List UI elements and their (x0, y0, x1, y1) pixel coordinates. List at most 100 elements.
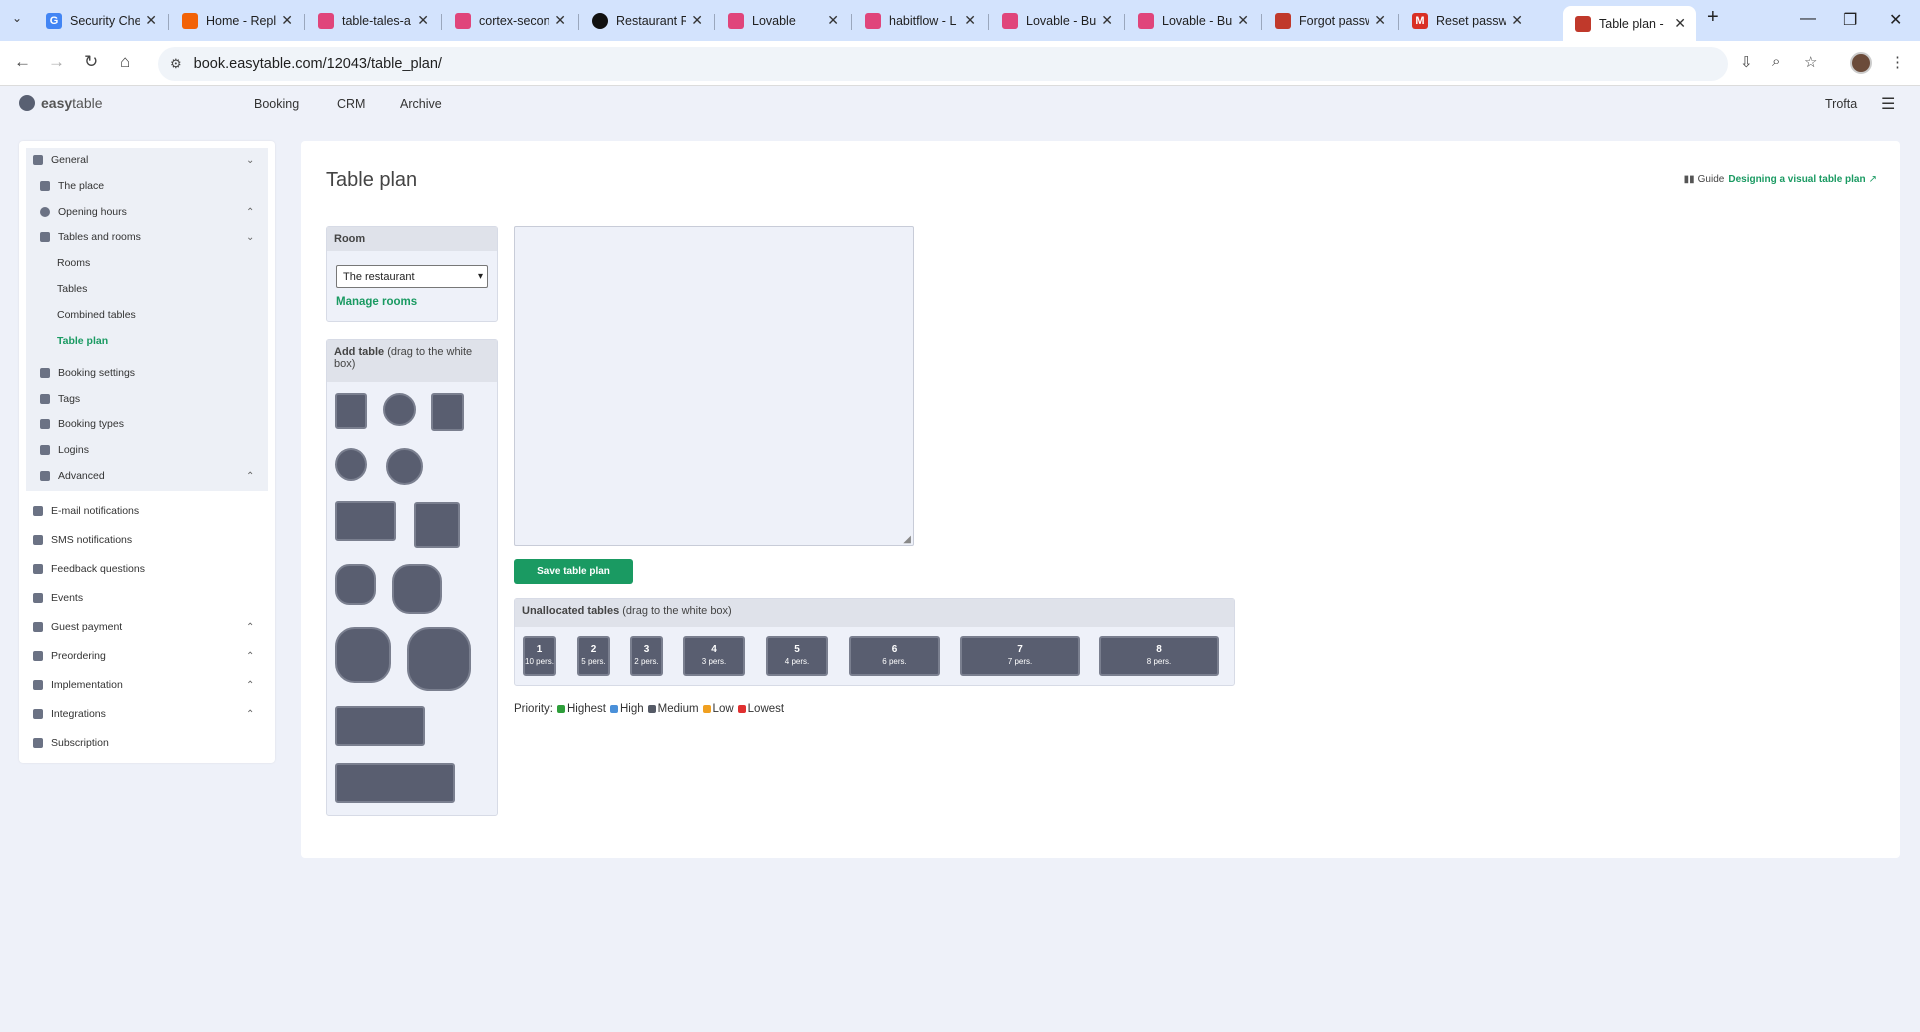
table-shape-round[interactable] (383, 393, 416, 426)
install-app-icon[interactable]: ⇩ (1740, 53, 1753, 71)
resize-handle-icon[interactable]: ◢ (903, 534, 911, 545)
manage-rooms-link[interactable]: Manage rooms (336, 296, 417, 308)
sidebar-item-email-notifications[interactable]: E-mail notifications (33, 505, 139, 517)
zoom-icon[interactable]: ⌕ (1772, 53, 1780, 70)
reload-icon[interactable]: ↻ (84, 52, 98, 72)
plug-icon (33, 709, 43, 719)
table-shape-round-small[interactable] (335, 448, 367, 481)
sidebar-item-sms-notifications[interactable]: SMS notifications (33, 534, 132, 546)
browser-tab[interactable]: cortex-secon ✕ (443, 6, 576, 35)
nav-booking[interactable]: Booking (254, 97, 299, 111)
sidebar-item-tables[interactable]: Tables (57, 283, 87, 295)
save-table-plan-button[interactable]: Save table plan (514, 559, 633, 584)
nav-crm[interactable]: CRM (337, 97, 365, 111)
unallocated-table[interactable]: 66 pers. (849, 636, 940, 676)
close-icon[interactable]: ✕ (1674, 15, 1686, 32)
close-icon[interactable]: ✕ (1374, 12, 1386, 29)
browser-tab[interactable]: habitflow - L ✕ (853, 6, 986, 35)
browser-tab[interactable]: M Reset passwo ✕ (1400, 6, 1533, 35)
close-icon[interactable]: ✕ (281, 12, 293, 29)
address-bar[interactable]: ⚙ book.easytable.com/12043/table_plan/ (158, 47, 1728, 81)
restore-icon[interactable]: ❐ (1843, 10, 1857, 30)
browser-tab[interactable]: Lovable - Bu ✕ (990, 6, 1123, 35)
tab-search-chevron-icon[interactable]: ⌄ (12, 11, 22, 25)
close-icon[interactable]: ✕ (1511, 12, 1523, 29)
sidebar-item-tables-and-rooms[interactable]: Tables and rooms ⌄ (40, 231, 254, 243)
user-name[interactable]: Trofta (1825, 97, 1857, 111)
table-shape-square-chairs[interactable] (431, 393, 464, 431)
close-icon[interactable]: ✕ (691, 12, 703, 29)
site-info-icon[interactable]: ⚙ (170, 56, 182, 72)
sidebar-item-combined-tables[interactable]: Combined tables (57, 309, 136, 321)
nav-archive[interactable]: Archive (400, 97, 442, 111)
replit-icon (182, 12, 198, 29)
bookmark-star-icon[interactable]: ☆ (1804, 53, 1817, 71)
table-shape-octagon[interactable] (335, 564, 376, 605)
table-shape-octagon-medium[interactable] (392, 564, 442, 614)
room-select[interactable]: The restaurant ▾ (336, 265, 488, 288)
close-icon[interactable]: ✕ (1237, 12, 1249, 29)
sidebar-item-integrations[interactable]: Integrations ⌃ (33, 708, 254, 720)
table-shape-rect[interactable] (335, 501, 396, 541)
sidebar-item-opening-hours[interactable]: Opening hours ⌃ (40, 206, 254, 218)
close-icon[interactable]: ✕ (1101, 12, 1113, 29)
profile-avatar[interactable] (1850, 52, 1872, 74)
unallocated-table[interactable]: 77 pers. (960, 636, 1080, 676)
close-icon[interactable]: ✕ (417, 12, 429, 29)
sidebar-item-the-place[interactable]: The place (40, 180, 104, 192)
table-shape-long[interactable] (335, 706, 425, 746)
users-icon (40, 445, 50, 455)
sidebar-item-booking-settings[interactable]: Booking settings (40, 367, 135, 379)
table-shape-round-medium[interactable] (386, 448, 423, 485)
sidebar-item-events[interactable]: Events (33, 592, 83, 604)
unallocated-table[interactable]: 32 pers. (630, 636, 663, 676)
guide-link[interactable]: Designing a visual table plan (1728, 174, 1865, 185)
sidebar-item-table-plan[interactable]: Table plan (57, 335, 108, 347)
table-shape-square-large[interactable] (414, 502, 460, 548)
sidebar-item-tags[interactable]: Tags (40, 393, 80, 405)
new-tab-button[interactable]: + (1707, 6, 1719, 29)
browser-tab[interactable]: table-tales-a ✕ (306, 6, 439, 35)
hamburger-menu-icon[interactable]: ☰ (1881, 94, 1895, 114)
browser-tab[interactable]: Lovable ✕ (716, 6, 849, 35)
sidebar-item-preordering[interactable]: Preordering ⌃ (33, 650, 254, 662)
subscription-icon (33, 738, 43, 748)
unallocated-table[interactable]: 43 pers. (683, 636, 745, 676)
sidebar-item-booking-types[interactable]: Booking types (40, 418, 124, 430)
easytable-logo[interactable]: easy table (19, 95, 103, 111)
sidebar-item-feedback-questions[interactable]: Feedback questions (33, 563, 145, 575)
browser-tab[interactable]: Forgot passw ✕ (1263, 6, 1396, 35)
table-plan-canvas[interactable]: ◢ (514, 226, 914, 546)
table-shape-octagon-large[interactable] (335, 627, 391, 683)
minimize-icon[interactable]: — (1800, 10, 1816, 28)
sidebar-item-subscription[interactable]: Subscription (33, 737, 109, 749)
lovable-icon (865, 12, 881, 29)
unallocated-table[interactable]: 88 pers. (1099, 636, 1219, 676)
table-shape-extra-long[interactable] (335, 763, 455, 803)
browser-menu-icon[interactable]: ⋮ (1890, 53, 1905, 71)
close-icon[interactable]: ✕ (145, 12, 157, 29)
sidebar-item-guest-payment[interactable]: Guest payment ⌃ (33, 621, 254, 633)
unallocated-table[interactable]: 54 pers. (766, 636, 828, 676)
sidebar-item-advanced[interactable]: Advanced ⌃ (40, 470, 254, 482)
browser-tab[interactable]: Restaurant R ✕ (580, 6, 713, 35)
sidebar-item-logins[interactable]: Logins (40, 444, 89, 456)
sidebar-item-general[interactable]: General ⌄ (33, 154, 254, 166)
unallocated-table[interactable]: 1 10 pers. (523, 636, 556, 676)
home-icon[interactable]: ⌂ (120, 52, 130, 72)
unallocated-table[interactable]: 25 pers. (577, 636, 610, 676)
browser-tab[interactable]: Lovable - Bu ✕ (1126, 6, 1259, 35)
sidebar-item-rooms[interactable]: Rooms (57, 257, 90, 269)
close-icon[interactable]: ✕ (827, 12, 839, 29)
browser-tab-active[interactable]: Table plan - ✕ (1563, 6, 1696, 41)
table-shape-square[interactable] (335, 393, 367, 429)
close-icon[interactable]: ✕ (554, 12, 566, 29)
browser-tab[interactable]: G Security Che ✕ (34, 6, 167, 35)
sidebar-item-implementation[interactable]: Implementation ⌃ (33, 679, 254, 691)
forward-icon[interactable]: → (48, 52, 65, 72)
table-shape-octagon-xlarge[interactable] (407, 627, 471, 691)
close-window-icon[interactable]: ✕ (1889, 10, 1902, 30)
back-icon[interactable]: ← (14, 52, 31, 72)
browser-tab[interactable]: Home - Repl ✕ (170, 6, 303, 35)
close-icon[interactable]: ✕ (964, 12, 976, 29)
